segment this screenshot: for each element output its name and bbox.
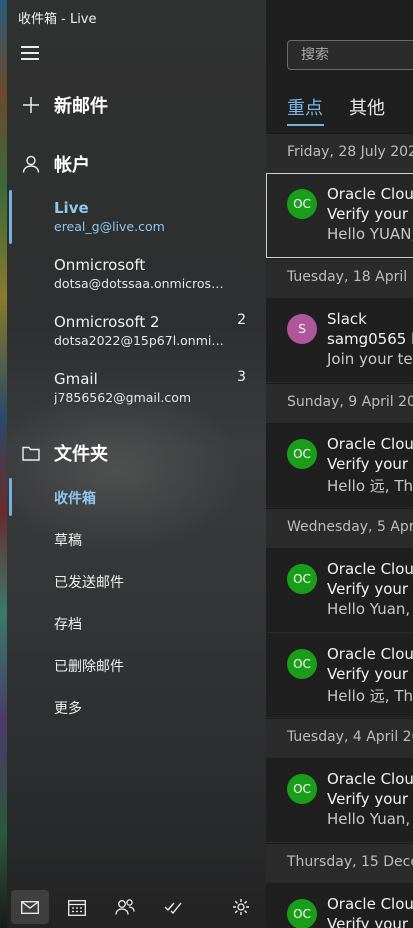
message-sender: Slack [327,310,367,328]
date-header: Thursday, 15 December [266,843,413,883]
search-input[interactable] [299,46,413,64]
account-item-onmicrosoft-2[interactable]: Onmicrosoft 2 dotsa2022@15p67l.onmicroso… [54,312,254,350]
folder-deleted[interactable]: 已删除邮件 [54,656,124,676]
tab-focused-underline [287,124,324,126]
account-email: ereal_g@live.com [54,219,165,234]
account-name: Onmicrosoft [54,256,146,274]
message-preview: Hello YUAN, [327,225,413,243]
message-subject: Verify your email [327,455,413,473]
account-name: Gmail [54,370,98,388]
message-item[interactable]: OC Oracle Cloud Verify your email Hello … [266,423,413,508]
message-item[interactable]: OC Oracle Cloud Verify your email Hello … [266,758,413,843]
todo-icon[interactable] [154,890,192,924]
message-preview: Hello 远, Thank [327,687,413,705]
date-header: Friday, 28 July 2023 [266,133,413,173]
message-sender: Oracle Cloud [327,645,413,663]
avatar: OC [287,774,317,804]
message-sender: Oracle Cloud [327,560,413,578]
message-sender: Oracle Cloud [327,185,413,203]
date-header: Sunday, 9 April 2023 [266,383,413,423]
message-item[interactable]: OC Oracle Cloud Verify your email [266,883,413,928]
message-preview: Join your team [327,350,413,368]
people-icon[interactable] [106,890,144,924]
folder-sent[interactable]: 已发送邮件 [54,572,124,592]
tab-focused[interactable]: 重点 [287,94,323,120]
account-selection-indicator [9,190,12,244]
unread-count: 2 [237,312,246,328]
message-sender: Oracle Cloud [327,895,413,913]
window-title: 收件箱 - Live [18,12,97,27]
folder-selection-indicator [9,478,12,516]
account-item-live[interactable]: Live ereal_g@live.com [54,198,254,236]
message-subject: Verify your email [327,915,413,928]
date-header: Tuesday, 4 April 2023 [266,718,413,758]
message-preview: Hello Yuan, Thank [327,810,413,828]
account-email: j7856562@gmail.com [54,390,192,405]
message-item[interactable]: OC Oracle Cloud Verify your email Hello … [266,173,413,258]
message-subject: Verify your email [327,665,413,683]
message-item[interactable]: S Slack samg0565 has Join your team [266,298,413,383]
message-subject: Verify your email [327,580,413,598]
account-email: dotsa@dotssaa.onmicrosoft.com [54,276,226,291]
folders-label: 文件夹 [54,444,108,465]
mail-icon[interactable] [11,890,49,924]
new-mail-label: 新邮件 [54,96,108,117]
message-sender: Oracle Cloud [327,770,413,788]
folder-inbox[interactable]: 收件箱 [54,488,96,508]
account-item-gmail[interactable]: Gmail j7856562@gmail.com 3 [54,369,254,407]
calendar-icon[interactable] [58,890,96,924]
message-sender: Oracle Cloud [327,435,413,453]
date-header: Tuesday, 18 April [266,258,413,298]
plus-icon [21,95,41,115]
message-item[interactable]: OC Oracle Cloud Verify your email Hello … [266,548,413,633]
folder-icon [21,443,41,463]
message-list-pane: 重点 其他 Friday, 28 July 2023 OC Oracle Clo… [266,0,413,928]
message-preview: Hello Yuan, Thank [327,600,413,618]
folder-archive[interactable]: 存档 [54,614,82,634]
folders-header[interactable]: 文件夹 [7,440,266,466]
avatar: OC [287,649,317,679]
message-subject: Verify your email [327,790,413,808]
bottom-app-bar [7,884,266,928]
avatar: OC [287,439,317,469]
account-item-onmicrosoft[interactable]: Onmicrosoft dotsa@dotssaa.onmicrosoft.co… [54,255,254,293]
folder-more[interactable]: 更多 [54,698,82,718]
avatar: S [287,314,317,344]
new-mail-button[interactable]: 新邮件 [7,92,266,118]
desktop-background-strip [0,0,7,928]
avatar: OC [287,189,317,219]
account-email: dotsa2022@15p67l.onmicrosoft.com [54,333,226,348]
account-name: Live [54,199,89,217]
message-preview: Hello 远, Thank [327,477,413,495]
account-name: Onmicrosoft 2 [54,313,160,331]
message-subject: Verify your email [327,205,413,223]
accounts-header[interactable]: 帐户 [7,151,266,177]
person-icon [21,154,41,174]
unread-count: 3 [237,369,246,385]
date-header: Wednesday, 5 April [266,508,413,548]
folder-drafts[interactable]: 草稿 [54,530,82,550]
message-item[interactable]: OC Oracle Cloud Verify your email Hello … [266,633,413,718]
accounts-label: 帐户 [54,155,90,176]
search-box[interactable] [287,40,413,70]
settings-icon[interactable] [222,890,260,924]
hamburger-menu-icon[interactable] [21,46,39,60]
avatar: OC [287,564,317,594]
message-subject: samg0565 has [327,330,413,348]
navigation-pane: 收件箱 - Live 新邮件 帐户 Live ereal_g@live.com … [7,0,266,928]
avatar: OC [287,899,317,928]
tab-other[interactable]: 其他 [349,94,385,120]
